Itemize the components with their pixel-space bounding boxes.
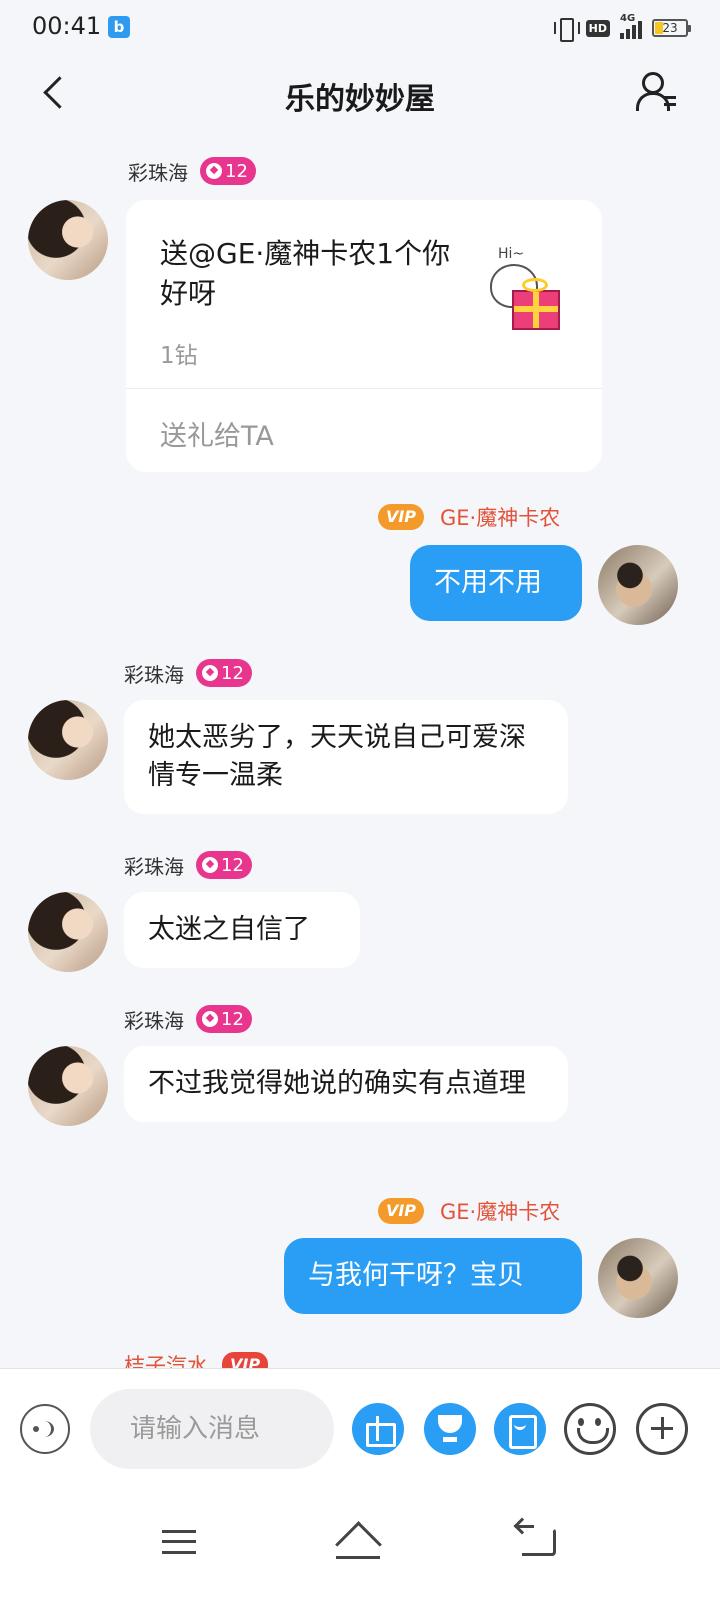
level-value: 12 xyxy=(221,662,244,684)
sender-name[interactable]: 彩珠海 xyxy=(124,659,184,688)
menu-icon[interactable] xyxy=(162,1530,196,1554)
level-value: 12 xyxy=(221,854,244,876)
vibrate-icon xyxy=(553,16,580,42)
level-badge: 12 xyxy=(200,157,256,185)
sender-row: 彩珠海 12 xyxy=(124,1004,252,1034)
next-sender-row: 桔子汽水 VIP xyxy=(124,1350,269,1368)
message-bubble-incoming[interactable]: 她太恶劣了，天天说自己可爱深情专一温柔 xyxy=(124,700,568,814)
diamond-icon xyxy=(202,665,218,681)
voice-input-icon[interactable] xyxy=(20,1404,70,1454)
diamond-icon xyxy=(202,1011,218,1027)
level-badge: 12 xyxy=(196,659,252,687)
red-packet-icon[interactable] xyxy=(494,1403,546,1455)
avatar[interactable] xyxy=(28,892,108,972)
gift-price: 1钻 xyxy=(160,343,198,369)
self-avatar[interactable] xyxy=(598,545,678,625)
level-value: 12 xyxy=(225,160,248,182)
sender-row: 彩珠海 12 xyxy=(124,850,252,880)
battery-icon: 23 xyxy=(652,19,691,37)
sender-row: 彩珠海 12 xyxy=(124,658,252,688)
input-bar xyxy=(0,1368,720,1488)
sender-name[interactable]: 彩珠海 xyxy=(128,157,188,186)
vip-badge: VIP xyxy=(378,504,424,530)
avatar[interactable] xyxy=(28,700,108,780)
plus-icon[interactable] xyxy=(636,1403,688,1455)
status-indicators: HD 4G 23 xyxy=(553,13,691,42)
emoji-icon[interactable] xyxy=(564,1403,616,1455)
system-nav-bar xyxy=(0,1488,720,1600)
home-icon[interactable] xyxy=(334,1526,382,1559)
divider xyxy=(126,388,602,389)
sender-row: 彩珠海 12 xyxy=(128,156,256,186)
chat-messages[interactable]: 彩珠海 12 送@GE·魔神卡农1个你好呀 Hi~ 1钻 送礼给TA VIP G… xyxy=(0,130,720,1368)
vip-badge: VIP xyxy=(378,1198,424,1224)
diamond-icon xyxy=(202,857,218,873)
back-icon[interactable] xyxy=(518,1525,556,1556)
gift-text: 送@GE·魔神卡农1个你好呀 xyxy=(160,237,451,310)
level-badge: 12 xyxy=(196,851,252,879)
message-bubble-incoming[interactable]: 太迷之自信了 xyxy=(124,892,360,968)
message-input[interactable] xyxy=(90,1389,334,1469)
avatar[interactable] xyxy=(28,200,108,280)
hd-icon: HD xyxy=(585,19,610,37)
gift-icon[interactable] xyxy=(352,1403,404,1455)
app-notification-icon: b xyxy=(108,16,130,38)
level-value: 12 xyxy=(221,1008,244,1030)
page-title: 乐的妙妙屋 xyxy=(285,82,435,117)
group-members-icon[interactable] xyxy=(636,72,676,112)
gift-box-icon xyxy=(512,290,560,330)
signal-icon: 4G xyxy=(620,13,642,39)
sender-name[interactable]: 彩珠海 xyxy=(124,1005,184,1034)
sticker-hi-text: Hi~ xyxy=(498,246,525,262)
status-bar: 00:41 b HD 4G 23 xyxy=(0,0,720,56)
level-badge: 12 xyxy=(196,1005,252,1033)
network-type: 4G xyxy=(620,13,636,24)
message-bubble-outgoing[interactable]: 不用不用 xyxy=(410,545,582,621)
diamond-icon xyxy=(206,163,222,179)
self-sender-row: VIP GE·魔神卡农 xyxy=(378,502,560,532)
message-bubble-outgoing[interactable]: 与我何干呀？宝贝 xyxy=(284,1238,582,1314)
message-bubble-incoming[interactable]: 不过我觉得她说的确实有点道理 xyxy=(124,1046,568,1122)
self-name: GE·魔神卡农 xyxy=(440,506,561,530)
gift-message-card[interactable]: 送@GE·魔神卡农1个你好呀 Hi~ 1钻 送礼给TA xyxy=(126,200,602,472)
sender-name[interactable]: 彩珠海 xyxy=(124,851,184,880)
sender-name[interactable]: 桔子汽水 xyxy=(124,1350,208,1368)
chat-header: 乐的妙妙屋 xyxy=(0,56,720,130)
avatar[interactable] xyxy=(28,1046,108,1126)
trophy-icon[interactable] xyxy=(424,1403,476,1455)
send-gift-button[interactable]: 送礼给TA xyxy=(160,414,274,453)
status-time: 00:41 xyxy=(32,12,102,40)
vip-badge: VIP xyxy=(222,1352,269,1368)
gift-sticker: Hi~ xyxy=(486,240,586,340)
self-name: GE·魔神卡农 xyxy=(440,1200,561,1224)
self-avatar[interactable] xyxy=(598,1238,678,1318)
self-sender-row: VIP GE·魔神卡农 xyxy=(378,1196,560,1226)
gift-bow-icon xyxy=(522,278,548,292)
battery-level: 23 xyxy=(662,21,678,35)
